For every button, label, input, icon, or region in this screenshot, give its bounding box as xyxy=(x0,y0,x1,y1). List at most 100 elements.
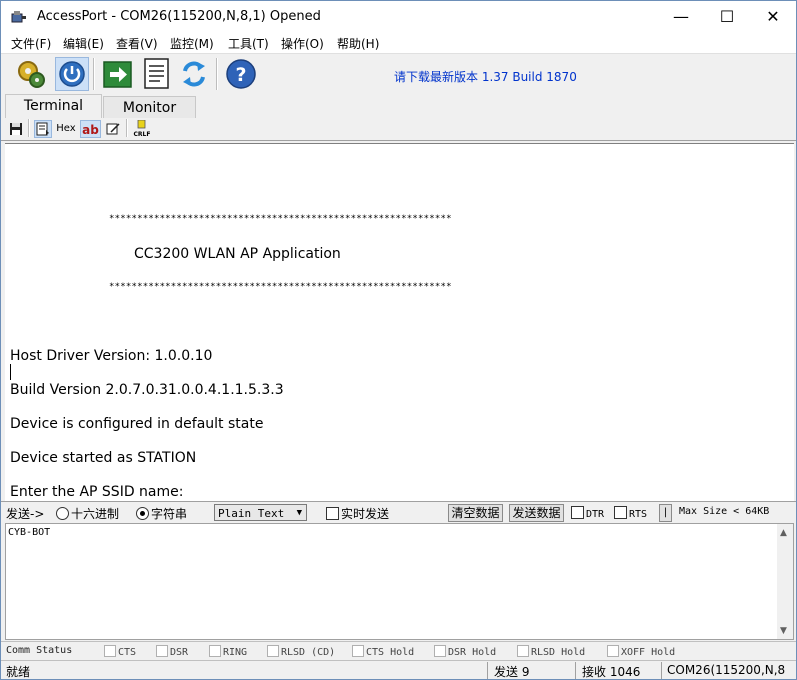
dsr-indicator: DSR xyxy=(156,645,188,658)
send-label: 发送-> xyxy=(6,507,45,521)
rts-checkbox[interactable]: RTS xyxy=(614,506,647,520)
string-radio-label: 字符串 xyxy=(151,507,188,521)
menu-view[interactable]: 查看(V) xyxy=(116,35,158,52)
dsr-hold-label: DSR Hold xyxy=(448,647,497,658)
string-radio[interactable]: 字符串 xyxy=(136,505,187,522)
realtime-send-checkbox[interactable]: 实时发送 xyxy=(326,505,389,522)
dsr-hold-indicator: DSR Hold xyxy=(434,645,496,658)
menu-bar: 文件(F) 编辑(E) 查看(V) 监控(M) 工具(T) 操作(O) 帮助(H… xyxy=(1,33,796,54)
ring-indicator: RING xyxy=(209,645,247,658)
status-received-count: 接收 1046 xyxy=(582,665,641,679)
save-button[interactable] xyxy=(7,120,25,138)
crlf-icon: CRLF xyxy=(134,119,151,138)
text-caret xyxy=(10,364,11,380)
indicator-box xyxy=(352,645,364,657)
window-title: AccessPort - COM26(115200,N,8,1) Opened xyxy=(37,9,321,24)
radio-circle xyxy=(136,507,149,520)
status-sent-count: 发送 9 xyxy=(494,665,530,679)
indicator-box xyxy=(517,645,529,657)
cts-hold-indicator: CTS Hold xyxy=(352,645,414,658)
help-button[interactable]: ? xyxy=(224,57,258,91)
document-icon xyxy=(144,58,169,89)
gears-icon xyxy=(18,61,45,88)
send-options-bar: 发送-> 十六进制 字符串 Plain Text ▼ 实时发送 清空数据 发送数据… xyxy=(1,501,796,524)
send-input-area[interactable]: CYB-BOT ▲ ▼ xyxy=(5,523,794,640)
checkbox-box xyxy=(614,506,627,519)
terminal-stars-top: ****************************************… xyxy=(109,214,452,224)
comm-status-bar: Comm Status CTS DSR RING RLSD (CD) CTS H… xyxy=(1,641,796,660)
menu-monitor[interactable]: 监控(M) xyxy=(170,35,214,52)
cts-label: CTS xyxy=(118,647,137,658)
indicator-box xyxy=(434,645,446,657)
status-ready: 就绪 xyxy=(6,665,31,679)
checkbox-box xyxy=(326,507,339,520)
terminal-line: Device is configured in default state xyxy=(10,416,264,432)
close-button[interactable]: ✕ xyxy=(750,1,796,33)
view-tabs: Monitor Terminal xyxy=(1,94,796,118)
indicator-box xyxy=(607,645,619,657)
tab-monitor[interactable]: Monitor xyxy=(103,96,196,118)
format-select-value: Plain Text xyxy=(218,507,285,520)
comm-status-label: Comm Status xyxy=(6,645,73,656)
terminal-toolbar: Hex ab CRLF xyxy=(1,118,796,141)
title-bar: AccessPort - COM26(115200,N,8,1) Opened … xyxy=(1,1,796,33)
rlsd-indicator: RLSD (CD) xyxy=(267,645,335,658)
hex-radio-label: 十六进制 xyxy=(71,507,120,521)
menu-operation[interactable]: 操作(O) xyxy=(281,35,324,52)
separator-button[interactable]: | xyxy=(659,504,672,522)
open-close-port-button[interactable] xyxy=(55,57,89,91)
dtr-checkbox[interactable]: DTR xyxy=(571,506,604,520)
menu-tools[interactable]: 工具(T) xyxy=(228,35,269,52)
maximize-icon: ☐ xyxy=(719,7,735,26)
menu-help[interactable]: 帮助(H) xyxy=(337,35,379,52)
crlf-button[interactable]: CRLF xyxy=(132,119,152,138)
status-port: COM26(115200,N,8 xyxy=(667,663,786,677)
send-text: CYB-BOT xyxy=(8,527,51,538)
text-display-button[interactable]: ab xyxy=(80,120,101,138)
svg-text:CRLF: CRLF xyxy=(134,131,151,138)
refresh-button[interactable] xyxy=(177,57,211,91)
rts-label: RTS xyxy=(629,509,648,520)
menu-edit[interactable]: 编辑(E) xyxy=(63,35,104,52)
cts-hold-label: CTS Hold xyxy=(366,647,415,658)
chevron-down-icon: ▼ xyxy=(296,508,302,518)
arrow-right-icon xyxy=(103,61,132,88)
terminal-stars-bottom: ****************************************… xyxy=(109,282,452,292)
main-toolbar: ? 请下载最新版本 1.37 Build 1870 xyxy=(1,54,796,94)
dsr-label: DSR xyxy=(170,647,189,658)
save-log-button[interactable] xyxy=(140,57,174,91)
menu-file[interactable]: 文件(F) xyxy=(11,35,51,52)
minimize-button[interactable]: — xyxy=(658,1,704,33)
settings-button[interactable] xyxy=(14,57,48,91)
send-file-button[interactable] xyxy=(101,57,135,91)
auto-scroll-button[interactable] xyxy=(34,120,52,138)
clear-data-button[interactable]: 清空数据 xyxy=(448,504,503,522)
hex-radio[interactable]: 十六进制 xyxy=(56,505,119,522)
update-link[interactable]: 请下载最新版本 1.37 Build 1870 xyxy=(394,68,577,85)
serial-port-icon xyxy=(11,11,26,23)
power-icon xyxy=(59,61,85,87)
refresh-icon xyxy=(183,61,205,87)
format-select[interactable]: Plain Text ▼ xyxy=(214,504,307,521)
xoff-hold-label: XOFF Hold xyxy=(621,647,676,658)
realtime-send-label: 实时发送 xyxy=(341,507,390,521)
send-scrollbar[interactable]: ▲ ▼ xyxy=(777,524,793,639)
scroll-icon xyxy=(36,122,49,136)
help-icon: ? xyxy=(226,59,256,89)
edit-button[interactable] xyxy=(104,120,122,138)
tab-terminal[interactable]: Terminal xyxy=(5,94,102,118)
hex-display-button[interactable]: Hex xyxy=(56,120,76,138)
close-icon: ✕ xyxy=(766,7,780,26)
minimize-icon: — xyxy=(673,7,689,26)
terminal-output[interactable]: ****************************************… xyxy=(5,143,794,502)
maximize-button[interactable]: ☐ xyxy=(704,1,750,33)
xoff-hold-indicator: XOFF Hold xyxy=(607,645,675,658)
indicator-box xyxy=(267,645,279,657)
max-size-label: Max Size < 64KB xyxy=(679,506,770,517)
rlsd-hold-label: RLSD Hold xyxy=(531,647,586,658)
send-data-button[interactable]: 发送数据 xyxy=(509,504,564,522)
status-bar: 就绪 发送 9 接收 1046 COM26(115200,N,8 xyxy=(1,660,796,680)
scroll-up-icon[interactable]: ▲ xyxy=(780,528,787,538)
scroll-down-icon[interactable]: ▼ xyxy=(780,626,787,636)
radio-circle xyxy=(56,507,69,520)
